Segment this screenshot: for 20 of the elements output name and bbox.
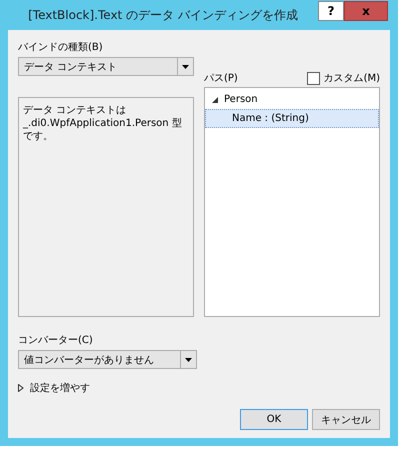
more-settings-expander[interactable]: 設定を増やす (18, 381, 197, 395)
close-button[interactable]: x (344, 1, 388, 21)
tree-item[interactable]: Name : (String) (205, 109, 379, 128)
binding-type-label: バインドの種類(B) (18, 40, 104, 54)
converter-label: コンバーター(C) (18, 334, 94, 347)
path-label: パス(P) (204, 72, 238, 85)
expand-triangle-icon[interactable] (212, 96, 218, 102)
tree-item[interactable]: Person (205, 90, 379, 109)
ok-button[interactable]: OK (240, 409, 308, 430)
path-tree[interactable]: Person Name : (String) (204, 87, 380, 317)
cancel-button[interactable]: キャンセル (312, 409, 380, 430)
help-button[interactable]: ? (318, 1, 344, 21)
binding-type-dropdown[interactable]: データ コンテキスト (18, 57, 194, 76)
converter-dropdown[interactable]: 値コンバーターがありません (18, 350, 197, 369)
dropdown-arrow-icon (185, 358, 192, 362)
dropdown-arrow-icon (182, 64, 189, 68)
custom-checkbox[interactable]: カスタム(M) (306, 71, 380, 85)
description-text: データ コンテキストは _.di0.WpfApplication1.Person 型です。 (23, 104, 183, 143)
window-title: [TextBlock].Text のデータ バインディングを作成 (27, 7, 299, 24)
expand-triangle-icon (18, 384, 24, 392)
